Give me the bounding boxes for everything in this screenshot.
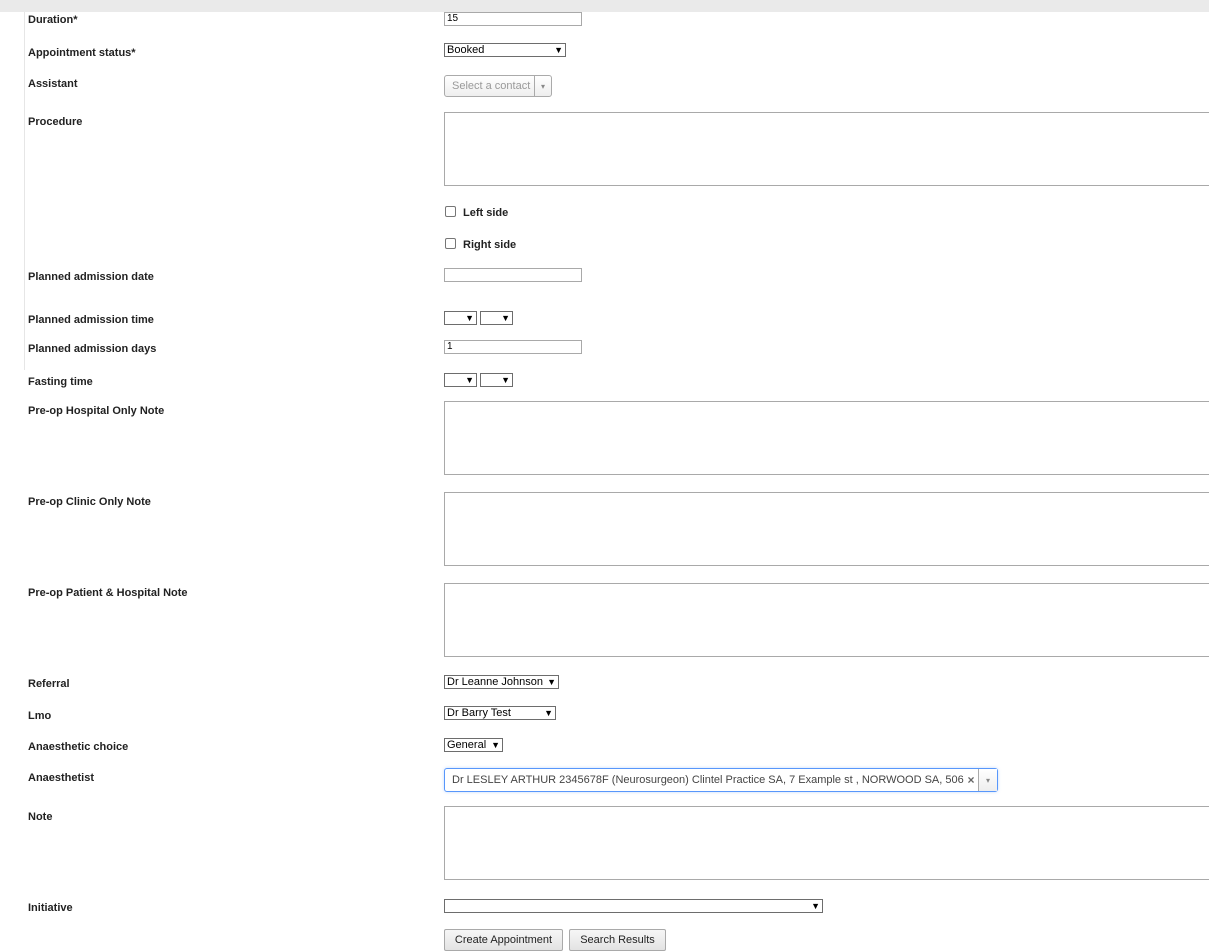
initiative-label: Initiative xyxy=(28,902,73,914)
chevron-down-icon: ▼ xyxy=(544,708,553,718)
preop-hospital-note-label: Pre-op Hospital Only Note xyxy=(28,405,165,417)
anaesthetic-choice-select[interactable]: General ▼ xyxy=(444,738,503,752)
planned-admission-minute-select[interactable]: ▼ xyxy=(480,311,513,325)
planned-admission-time-label: Planned admission time xyxy=(28,314,154,326)
chevron-down-icon: ▼ xyxy=(501,313,510,323)
chevron-down-icon: ▾ xyxy=(978,769,997,791)
procedure-label: Procedure xyxy=(28,116,83,128)
chevron-down-icon: ▼ xyxy=(501,375,510,385)
lmo-label: Lmo xyxy=(28,710,52,722)
planned-admission-date-label: Planned admission date xyxy=(28,271,154,283)
planned-admission-days-input[interactable]: 1 xyxy=(444,340,582,354)
preop-patient-hospital-note-label: Pre-op Patient & Hospital Note xyxy=(28,587,188,599)
search-results-button[interactable]: Search Results xyxy=(569,929,666,951)
chevron-down-icon: ▼ xyxy=(465,375,474,385)
right-side-checkbox[interactable] xyxy=(445,238,456,249)
anaesthetist-select[interactable]: Dr LESLEY ARTHUR 2345678F (Neurosurgeon)… xyxy=(444,768,998,792)
clear-icon[interactable]: × xyxy=(964,773,978,787)
note-textarea[interactable] xyxy=(444,806,1209,880)
preop-clinic-note-label: Pre-op Clinic Only Note xyxy=(28,496,151,508)
appointment-status-label: Appointment status* xyxy=(28,47,136,59)
fasting-hour-select[interactable]: ▼ xyxy=(444,373,477,387)
planned-admission-hour-select[interactable]: ▼ xyxy=(444,311,477,325)
chevron-down-icon: ▼ xyxy=(547,677,556,687)
chevron-down-icon: ▼ xyxy=(811,901,820,911)
chevron-down-icon: ▾ xyxy=(534,76,551,96)
chevron-down-icon: ▼ xyxy=(465,313,474,323)
left-side-checkbox[interactable] xyxy=(445,206,456,217)
preop-clinic-note-textarea[interactable] xyxy=(444,492,1209,566)
referral-label: Referral xyxy=(28,678,70,690)
lmo-select[interactable]: Dr Barry Test ▼ xyxy=(444,706,556,720)
appointment-status-select[interactable]: Booked ▼ xyxy=(444,43,566,57)
planned-admission-days-label: Planned admission days xyxy=(28,343,157,355)
fasting-time-label: Fasting time xyxy=(28,376,93,388)
initiative-select[interactable]: ▼ xyxy=(444,899,823,913)
left-side-label: Left side xyxy=(463,207,509,219)
procedure-textarea[interactable] xyxy=(444,112,1209,186)
assistant-contact-select[interactable]: Select a contact ▾ xyxy=(444,75,552,97)
right-side-label: Right side xyxy=(463,239,517,251)
preop-hospital-note-textarea[interactable] xyxy=(444,401,1209,475)
top-bar xyxy=(0,0,1209,12)
planned-admission-date-input[interactable] xyxy=(444,268,582,282)
note-label: Note xyxy=(28,811,53,823)
duration-input[interactable]: 15 xyxy=(444,12,582,26)
preop-patient-hospital-note-textarea[interactable] xyxy=(444,583,1209,657)
create-appointment-button[interactable]: Create Appointment xyxy=(444,929,563,951)
anaesthetist-label: Anaesthetist xyxy=(28,772,95,784)
assistant-label: Assistant xyxy=(28,78,78,90)
anaesthetic-choice-label: Anaesthetic choice xyxy=(28,741,129,753)
fasting-minute-select[interactable]: ▼ xyxy=(480,373,513,387)
referral-select[interactable]: Dr Leanne Johnson ▼ xyxy=(444,675,559,689)
sidebar-divider xyxy=(24,12,25,370)
chevron-down-icon: ▼ xyxy=(554,45,563,55)
duration-label: Duration* xyxy=(28,14,78,26)
chevron-down-icon: ▼ xyxy=(491,740,500,750)
